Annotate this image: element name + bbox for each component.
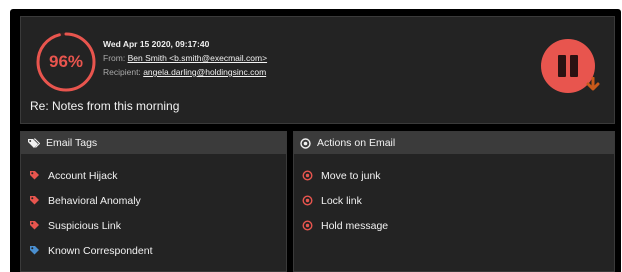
- tag-item[interactable]: Behavioral Anomaly: [29, 188, 286, 213]
- action-hold-message[interactable]: Hold message: [302, 213, 614, 238]
- tag-item[interactable]: Known Correspondent: [29, 238, 286, 263]
- from-link[interactable]: Ben Smith <b.smith@execmail.com>: [128, 53, 268, 63]
- tags-icon: [28, 138, 40, 148]
- email-from-row: From: Ben Smith <b.smith@execmail.com>: [103, 51, 267, 65]
- target-icon: [302, 220, 313, 231]
- tag-label: Known Correspondent: [48, 244, 153, 257]
- recipient-link[interactable]: angela.darling@holdingsinc.com: [143, 67, 266, 77]
- email-date: Wed Apr 15 2020, 09:17:40: [103, 39, 210, 49]
- email-actions-header: Actions on Email: [294, 132, 614, 154]
- from-label: From:: [103, 53, 126, 63]
- recipient-label: Recipient:: [103, 67, 141, 77]
- action-label: Hold message: [321, 219, 389, 232]
- email-actions-panel: Actions on Email Move to junk Lock link …: [293, 131, 615, 272]
- arrow-down-icon: [586, 77, 600, 91]
- actions-list: Move to junk Lock link Hold message: [294, 154, 614, 238]
- target-icon: [300, 137, 311, 149]
- target-icon: [302, 195, 313, 206]
- tags-list: Account Hijack Behavioral Anomaly Suspic…: [21, 154, 286, 263]
- email-subject: Re: Notes from this morning: [30, 99, 180, 113]
- tag-icon: [30, 171, 39, 180]
- tag-icon: [30, 246, 39, 255]
- tag-label: Behavioral Anomaly: [48, 194, 141, 207]
- action-label: Move to junk: [321, 169, 381, 182]
- action-label: Lock link: [321, 194, 362, 207]
- threat-score: 96%: [48, 52, 84, 71]
- pause-icon: [558, 55, 566, 77]
- action-lock-link[interactable]: Lock link: [302, 188, 614, 213]
- pause-icon-bar: [570, 55, 578, 77]
- email-tags-panel: Email Tags Account Hijack Behavioral Ano…: [20, 131, 287, 272]
- email-tags-header: Email Tags: [21, 132, 286, 154]
- email-actions-title: Actions on Email: [317, 137, 396, 149]
- tag-label: Account Hijack: [48, 169, 118, 182]
- pause-button[interactable]: [541, 39, 600, 93]
- tag-item[interactable]: Account Hijack: [29, 163, 286, 188]
- tag-item[interactable]: Suspicious Link: [29, 213, 286, 238]
- tag-icon: [30, 221, 39, 230]
- email-meta: Wed Apr 15 2020, 09:17:40 From: Ben Smit…: [103, 37, 267, 79]
- email-summary-header: 96% Wed Apr 15 2020, 09:17:40 From: Ben …: [20, 16, 615, 124]
- tag-label: Suspicious Link: [48, 219, 121, 232]
- email-tags-title: Email Tags: [46, 137, 98, 149]
- email-recipient-row: Recipient: angela.darling@holdingsinc.co…: [103, 65, 267, 79]
- action-move-to-junk[interactable]: Move to junk: [302, 163, 614, 188]
- target-icon: [302, 170, 313, 181]
- tag-icon: [30, 196, 39, 205]
